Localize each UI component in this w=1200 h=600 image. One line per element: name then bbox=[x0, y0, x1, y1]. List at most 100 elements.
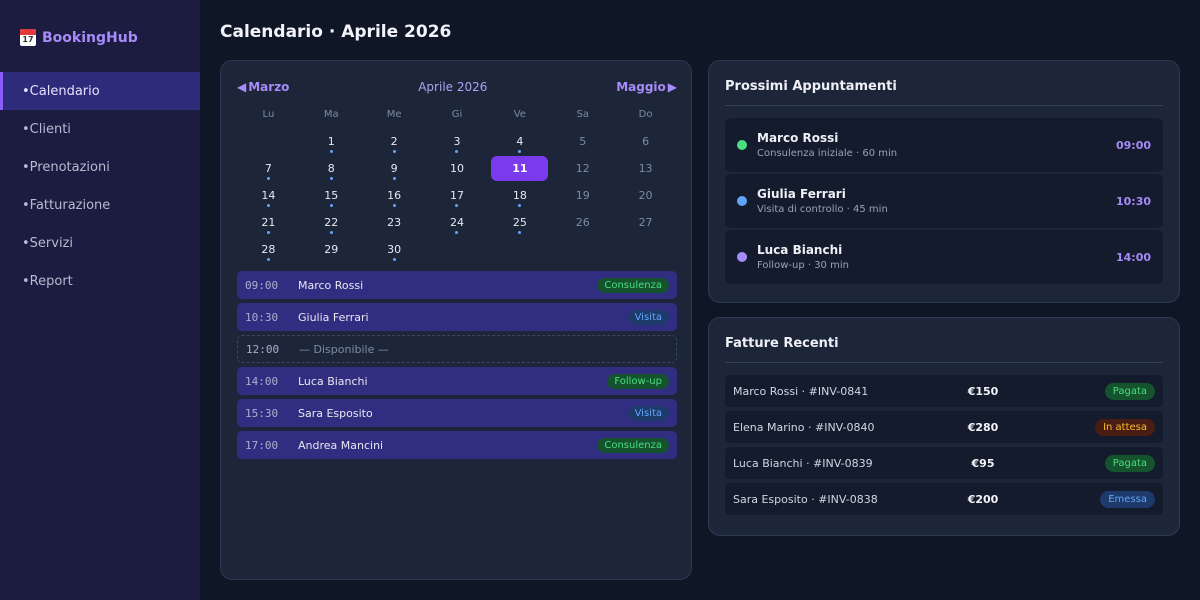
invoice-client: Elena Marino · #INV-0840 bbox=[733, 420, 875, 434]
calendar-day-number: 11 bbox=[512, 162, 528, 175]
calendar-day[interactable]: 6 bbox=[614, 128, 677, 155]
event-dot-icon bbox=[455, 204, 459, 207]
invoice-amount: €150 bbox=[967, 384, 999, 398]
calendar-day[interactable]: 19 bbox=[551, 182, 614, 209]
invoice-amount: €95 bbox=[971, 456, 995, 470]
calendar-day-number: 7 bbox=[264, 162, 272, 175]
appointment-item[interactable]: Luca Bianchi Follow-up · 30 min 14:00 bbox=[725, 230, 1163, 284]
calendar-day[interactable]: 21 bbox=[237, 209, 300, 236]
invoice-status-badge: Pagata bbox=[1104, 382, 1155, 400]
next-month-button[interactable]: Maggio ▶ bbox=[616, 80, 677, 94]
weekday-label: Do bbox=[638, 109, 653, 120]
invoice-row[interactable]: Elena Marino · #INV-0840 €280 In attesa bbox=[725, 411, 1163, 443]
calendar-day-number: 18 bbox=[512, 189, 527, 202]
calendar-week-row: 21 22 23 24 25 26 27 bbox=[237, 209, 677, 236]
appointment-slot[interactable]: 14:00 Luca Bianchi Follow-up bbox=[237, 367, 677, 395]
calendar-day-number: 21 bbox=[261, 216, 276, 229]
calendar-day[interactable]: 28 bbox=[237, 236, 300, 263]
calendar-day-number: 8 bbox=[327, 162, 335, 175]
appointment-description: Visita di controllo · 45 min bbox=[757, 204, 888, 215]
sidebar-item-report[interactable]: • Report bbox=[0, 262, 200, 300]
calendar-day[interactable]: 12 bbox=[551, 155, 614, 182]
calendar-day[interactable]: 3 bbox=[426, 128, 489, 155]
calendar-day-number: 19 bbox=[575, 189, 590, 202]
appointment-name: Luca Bianchi bbox=[757, 243, 843, 257]
calendar-day[interactable]: 5 bbox=[551, 128, 614, 155]
calendar-day[interactable]: 30 bbox=[363, 236, 426, 263]
event-dot-icon bbox=[518, 231, 522, 234]
calendar-day[interactable]: 11 bbox=[491, 156, 549, 181]
calendar-day[interactable]: 23 bbox=[363, 209, 426, 236]
event-dot-icon bbox=[266, 231, 270, 234]
calendar-icon: 17 bbox=[20, 29, 36, 46]
calendar-day[interactable]: 26 bbox=[551, 209, 614, 236]
sidebar-item-prenotazioni[interactable]: • Prenotazioni bbox=[0, 148, 200, 186]
slot-tag-badge: Consulenza bbox=[597, 277, 669, 293]
sidebar-item-fatturazione[interactable]: • Fatturazione bbox=[0, 186, 200, 224]
calendar-day[interactable]: 1 bbox=[300, 128, 363, 155]
calendar-day-number: 16 bbox=[387, 189, 402, 202]
calendar-day[interactable]: 25 bbox=[488, 209, 551, 236]
appointment-item[interactable]: Giulia Ferrari Visita di controllo · 45 m… bbox=[725, 174, 1163, 228]
appointment-slot[interactable]: 15:30 Sara Esposito Visita bbox=[237, 399, 677, 427]
weekday-label: Me bbox=[386, 109, 402, 120]
calendar-day[interactable]: 15 bbox=[300, 182, 363, 209]
invoice-row[interactable]: Luca Bianchi · #INV-0839 €95 Pagata bbox=[725, 447, 1163, 479]
invoice-row[interactable]: Sara Esposito · #INV-0838 €200 Emessa bbox=[725, 483, 1163, 515]
calendar-day[interactable]: 20 bbox=[614, 182, 677, 209]
calendar-day[interactable]: 4 bbox=[488, 128, 551, 155]
appointment-slot[interactable]: 17:00 Andrea Mancini Consulenza bbox=[237, 431, 677, 459]
slot-name: Giulia Ferrari bbox=[298, 310, 369, 324]
invoice-row[interactable]: Marco Rossi · #INV-0841 €150 Pagata bbox=[725, 375, 1163, 407]
sidebar-nav: • Calendario • Clienti • Prenotazioni • Fat… bbox=[0, 72, 200, 300]
event-dot-icon bbox=[329, 231, 333, 234]
bullet-icon: • bbox=[22, 121, 30, 137]
calendar-day[interactable]: 10 bbox=[426, 155, 489, 182]
calendar-day[interactable]: 13 bbox=[614, 155, 677, 182]
calendar-day[interactable]: 9 bbox=[363, 155, 426, 182]
calendar-day-number: 12 bbox=[575, 162, 590, 175]
calendar-day-number: 25 bbox=[512, 216, 527, 229]
sidebar-item-label: Servizi bbox=[29, 235, 74, 251]
appointment-description: Follow-up · 30 min bbox=[757, 260, 849, 271]
slot-name: Marco Rossi bbox=[298, 278, 364, 292]
event-dot-icon bbox=[392, 177, 396, 180]
weekday-label: Lu bbox=[262, 109, 275, 120]
calendar-day[interactable]: 29 bbox=[300, 236, 363, 263]
day-slots: 09:00 Marco Rossi Consulenza 10:30 Giulia Fe… bbox=[237, 271, 677, 463]
sidebar-item-clienti[interactable]: • Clienti bbox=[0, 110, 200, 148]
slot-time: 12:00 bbox=[246, 342, 280, 356]
prev-month-label: Marzo bbox=[248, 80, 290, 94]
available-slot[interactable]: 12:00 — Disponibile — bbox=[237, 335, 677, 363]
invoices-card: Fatture Recenti Marco Rossi · #INV-0841 €… bbox=[708, 317, 1180, 536]
calendar-day[interactable]: 2 bbox=[363, 128, 426, 155]
appointment-time: 09:00 bbox=[1115, 138, 1151, 152]
slot-name: Luca Bianchi bbox=[298, 374, 368, 388]
next-month-label: Maggio bbox=[616, 80, 666, 94]
calendar-day[interactable]: 24 bbox=[426, 209, 489, 236]
calendar-day[interactable]: 8 bbox=[300, 155, 363, 182]
appointment-slot[interactable]: 09:00 Marco Rossi Consulenza bbox=[237, 271, 677, 299]
sidebar-item-calendario[interactable]: • Calendario bbox=[0, 72, 200, 110]
appointment-slot[interactable]: 10:30 Giulia Ferrari Visita bbox=[237, 303, 677, 331]
appointment-item[interactable]: Marco Rossi Consulenza iniziale · 60 min 0… bbox=[725, 118, 1163, 172]
calendar-day[interactable]: 27 bbox=[614, 209, 677, 236]
bullet-icon: • bbox=[22, 235, 30, 251]
prev-month-button[interactable]: ◀ Marzo bbox=[237, 80, 289, 94]
calendar-day[interactable]: 22 bbox=[300, 209, 363, 236]
status-dot-icon bbox=[737, 252, 747, 262]
appointment-name: Giulia Ferrari bbox=[757, 187, 846, 201]
sidebar-item-label: Prenotazioni bbox=[29, 159, 110, 175]
sidebar-item-servizi[interactable]: • Servizi bbox=[0, 224, 200, 262]
brand[interactable]: 17 BookingHub bbox=[20, 29, 138, 46]
calendar-day-number: 17 bbox=[449, 189, 464, 202]
appointments-list: Marco Rossi Consulenza iniziale · 60 min 0… bbox=[725, 118, 1163, 286]
calendar-day[interactable]: 17 bbox=[426, 182, 489, 209]
sidebar-item-label: Fatturazione bbox=[29, 197, 111, 213]
calendar-day[interactable]: 14 bbox=[237, 182, 300, 209]
event-dot-icon bbox=[518, 204, 522, 207]
calendar-day[interactable]: 7 bbox=[237, 155, 300, 182]
calendar-day[interactable]: 16 bbox=[363, 182, 426, 209]
calendar-day[interactable]: 18 bbox=[488, 182, 551, 209]
calendar-day-number: 29 bbox=[324, 243, 339, 256]
